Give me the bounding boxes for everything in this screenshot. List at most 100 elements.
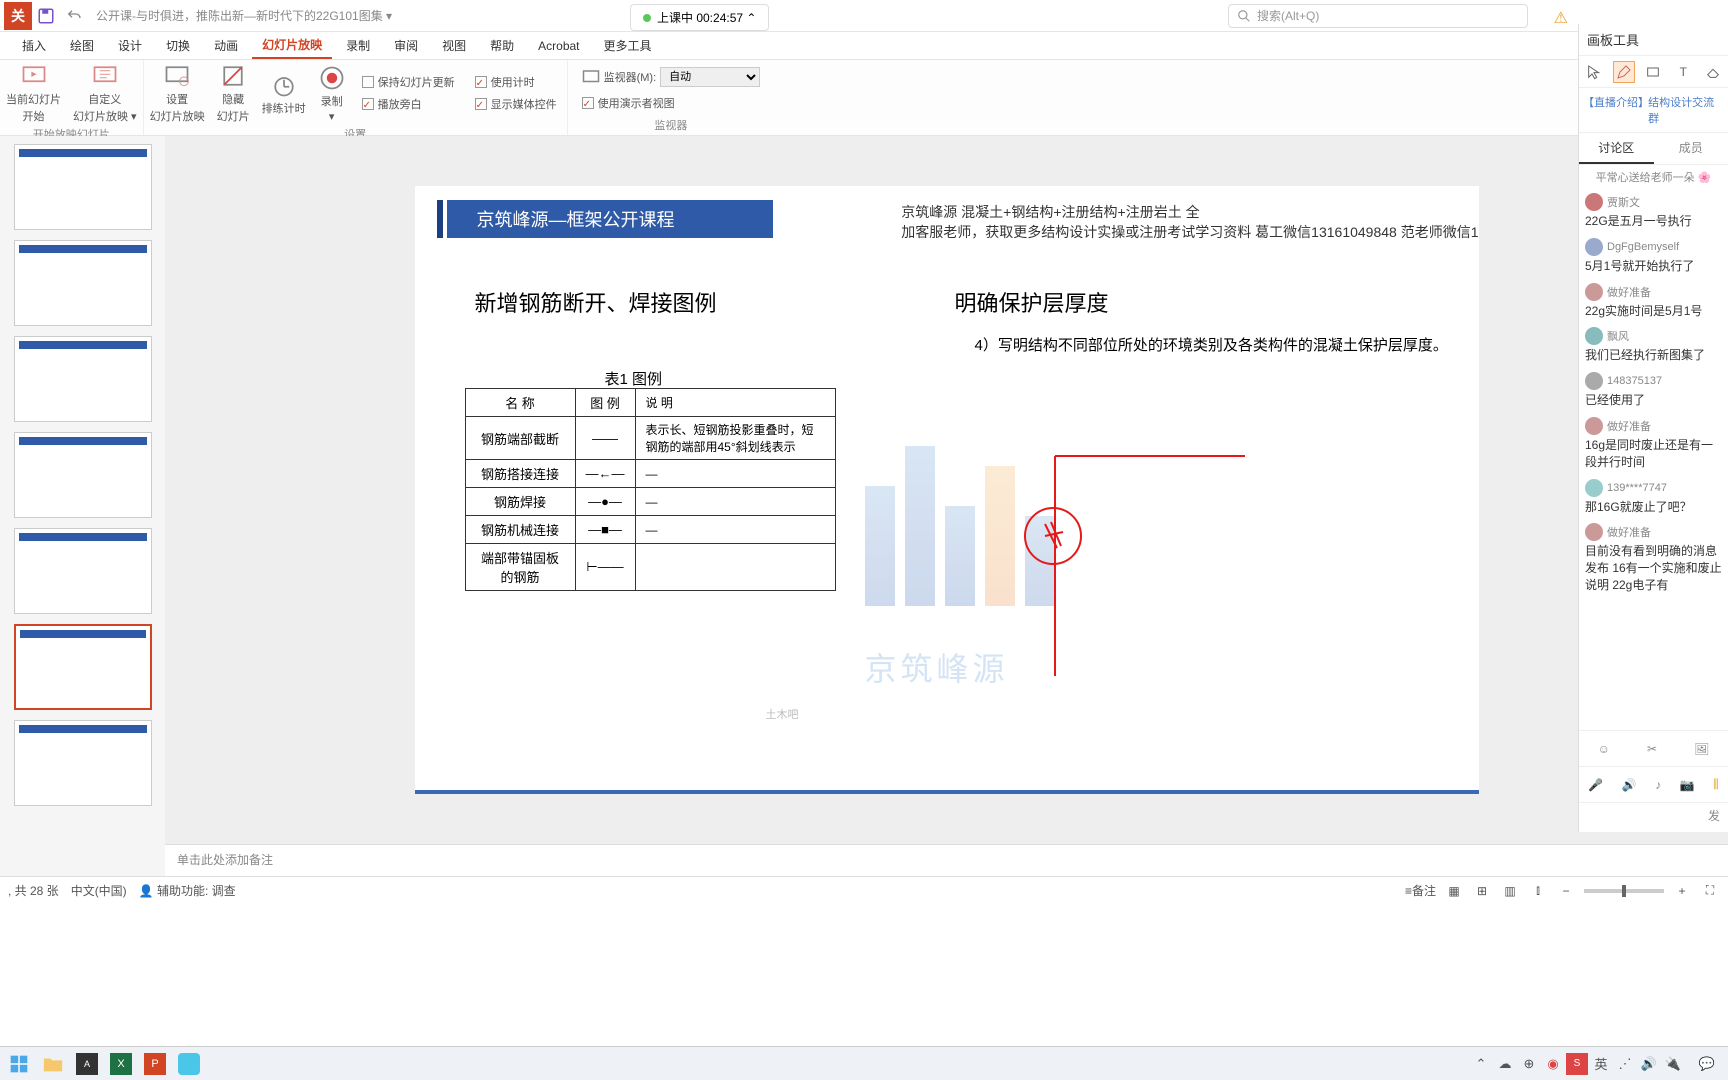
setup-slideshow-button[interactable]: 设置 幻灯片放映 bbox=[144, 60, 211, 126]
tray-ime-icon[interactable]: S bbox=[1566, 1053, 1588, 1075]
tray-lang-icon[interactable]: 英 bbox=[1590, 1053, 1612, 1075]
chat-list[interactable]: 贾斯文22G是五月一号执行DgFgBemyself5月1号就开始执行了做好准备2… bbox=[1579, 189, 1728, 730]
menu-幻灯片放映[interactable]: 幻灯片放映 bbox=[252, 32, 332, 59]
slide-thumb[interactable] bbox=[14, 528, 152, 614]
menu-设计[interactable]: 设计 bbox=[108, 33, 152, 58]
live-dot-icon bbox=[643, 14, 651, 22]
save-icon[interactable] bbox=[32, 2, 60, 30]
tray-battery-icon[interactable]: 🔌 bbox=[1662, 1053, 1684, 1075]
rect-tool-icon[interactable] bbox=[1642, 61, 1664, 83]
watermark-small: 土木吧 bbox=[766, 706, 799, 722]
tray-wifi-icon[interactable]: ⋰ bbox=[1614, 1053, 1636, 1075]
chat-app-icon[interactable] bbox=[174, 1050, 204, 1078]
tray-notification-icon[interactable]: 💬 bbox=[1696, 1053, 1718, 1075]
menu-bar: 插入绘图设计切换动画幻灯片放映录制审阅视图帮助Acrobat更多工具 bbox=[0, 32, 1728, 60]
legend-table: 名 称图 例说 明钢筋端部截断——表示长、短钢筋投影重叠时，短钢筋的端部用45°… bbox=[465, 388, 836, 591]
warning-icon[interactable]: ⚠ bbox=[1554, 8, 1568, 28]
menu-视图[interactable]: 视图 bbox=[432, 33, 476, 58]
play-narration-check[interactable]: 播放旁白 bbox=[358, 95, 459, 113]
text-tool-icon[interactable]: T bbox=[1672, 61, 1694, 83]
zoom-in-icon[interactable]: + bbox=[1672, 881, 1692, 901]
slide-thumbnails[interactable] bbox=[0, 136, 165, 876]
monitor-select[interactable]: 自动 bbox=[660, 67, 760, 87]
use-timing-check[interactable]: 使用计时 bbox=[471, 73, 561, 91]
zoom-slider[interactable] bbox=[1584, 889, 1664, 893]
start-button[interactable] bbox=[4, 1050, 34, 1078]
language-indicator[interactable]: 中文(中国) bbox=[71, 882, 127, 899]
slide-thumb[interactable] bbox=[14, 336, 152, 422]
custom-slideshow-button[interactable]: 自定义 幻灯片放映 ▾ bbox=[67, 60, 143, 126]
slide-thumb[interactable] bbox=[14, 432, 152, 518]
accessibility-status[interactable]: 👤 辅助功能: 调查 bbox=[139, 882, 236, 899]
from-current-slide-button[interactable]: 当前幻灯片 开始 bbox=[0, 60, 67, 126]
document-title[interactable]: 公开课-与时俱进，推陈出新—新时代下的22G101图集 ▾ bbox=[96, 7, 392, 24]
tray-onedrive-icon[interactable]: ☁ bbox=[1494, 1053, 1516, 1075]
tray-red-icon[interactable]: ◉ bbox=[1542, 1053, 1564, 1075]
rehearse-timing-button[interactable]: 排练计时 bbox=[256, 60, 312, 126]
menu-帮助[interactable]: 帮助 bbox=[480, 33, 524, 58]
reading-view-icon[interactable]: ▥ bbox=[1500, 881, 1520, 901]
menu-绘图[interactable]: 绘图 bbox=[60, 33, 104, 58]
table-title: 表1 图例 bbox=[605, 368, 663, 389]
music-icon[interactable]: ♪ bbox=[1655, 778, 1661, 792]
live-intro-link[interactable]: 【直播介绍】 bbox=[1583, 94, 1648, 126]
chat-message: 贾斯文22G是五月一号执行 bbox=[1585, 193, 1722, 230]
slide-title: 京筑峰源—框架公开课程 bbox=[443, 200, 773, 238]
powerpoint-app-icon[interactable]: P bbox=[140, 1050, 170, 1078]
status-bar: , 共 28 张 中文(中国) 👤 辅助功能: 调查 ≡备注 ▦ ⊞ ▥ ⫾ −… bbox=[0, 876, 1728, 904]
tray-chevron-icon[interactable]: ⌃ bbox=[1470, 1053, 1492, 1075]
excel-app-icon[interactable]: X bbox=[106, 1050, 136, 1078]
scissors-icon[interactable]: ✂ bbox=[1647, 742, 1657, 756]
slide-thumb[interactable] bbox=[14, 144, 152, 230]
menu-更多工具[interactable]: 更多工具 bbox=[594, 33, 662, 58]
chat-message: 做好准备22g实施时间是5月1号 bbox=[1585, 283, 1722, 320]
keep-updated-check[interactable]: 保持幻灯片更新 bbox=[358, 73, 459, 91]
pdf-app-icon[interactable]: A bbox=[72, 1050, 102, 1078]
menu-Acrobat[interactable]: Acrobat bbox=[528, 35, 589, 57]
normal-view-icon[interactable]: ▦ bbox=[1444, 881, 1464, 901]
hide-slide-button[interactable]: 隐藏 幻灯片 bbox=[211, 60, 256, 126]
tray-security-icon[interactable]: ⊕ bbox=[1518, 1053, 1540, 1075]
menu-插入[interactable]: 插入 bbox=[12, 33, 56, 58]
equalizer-icon[interactable]: ⫼ bbox=[1713, 777, 1719, 792]
notes-area[interactable]: 单击此处添加备注 bbox=[165, 844, 1728, 876]
side-panel: 画板工具 T 【直播介绍】 结构设计交流群 讨论区 成员 平常心送给老师一朵 🌸… bbox=[1578, 24, 1728, 832]
emoji-icon[interactable]: ☺ bbox=[1598, 742, 1610, 756]
zoom-out-icon[interactable]: − bbox=[1556, 881, 1576, 901]
slide-thumb[interactable] bbox=[14, 720, 152, 806]
sorter-view-icon[interactable]: ⊞ bbox=[1472, 881, 1492, 901]
group-link[interactable]: 结构设计交流群 bbox=[1648, 94, 1724, 126]
menu-审阅[interactable]: 审阅 bbox=[384, 33, 428, 58]
send-button[interactable]: 发 bbox=[1579, 802, 1728, 832]
mic-icon[interactable]: 🎤 bbox=[1588, 778, 1603, 792]
gift-banner: 平常心送给老师一朵 🌸 bbox=[1579, 165, 1728, 189]
undo-icon[interactable] bbox=[60, 2, 88, 30]
slide-thumb[interactable] bbox=[14, 624, 152, 710]
menu-录制[interactable]: 录制 bbox=[336, 33, 380, 58]
slideshow-view-icon[interactable]: ⫾ bbox=[1528, 881, 1548, 901]
camera-icon[interactable]: 📷 bbox=[1680, 778, 1695, 792]
presenter-view-check[interactable]: 使用演示者视图 bbox=[578, 94, 765, 112]
speaker-icon[interactable]: 🔊 bbox=[1622, 778, 1637, 792]
notes-toggle[interactable]: ≡备注 bbox=[1405, 882, 1436, 899]
image-icon[interactable]: 🖼 bbox=[1694, 742, 1709, 756]
cursor-tool-icon[interactable] bbox=[1583, 61, 1605, 83]
search-input[interactable]: 搜索(Alt+Q) bbox=[1228, 4, 1528, 28]
watermark-text: 京筑峰源 bbox=[865, 644, 1009, 690]
tab-members[interactable]: 成员 bbox=[1654, 133, 1728, 164]
live-status-badge[interactable]: 上课中 00:24:57 ⌃ bbox=[630, 4, 769, 31]
menu-动画[interactable]: 动画 bbox=[204, 33, 248, 58]
slide-heading-1: 新增钢筋断开、焊接图例 bbox=[475, 286, 717, 318]
record-button[interactable]: 录制 ▾ bbox=[312, 60, 352, 126]
menu-切换[interactable]: 切换 bbox=[156, 33, 200, 58]
slide-thumb[interactable] bbox=[14, 240, 152, 326]
show-media-check[interactable]: 显示媒体控件 bbox=[471, 95, 561, 113]
tray-volume-icon[interactable]: 🔊 bbox=[1638, 1053, 1660, 1075]
fit-icon[interactable]: ⛶ bbox=[1700, 881, 1720, 901]
tab-discussion[interactable]: 讨论区 bbox=[1579, 133, 1654, 164]
eraser-tool-icon[interactable] bbox=[1702, 61, 1724, 83]
slide-canvas[interactable]: 京筑峰源—框架公开课程 京筑峰源 混凝土+钢结构+注册结构+注册岩土 全 加客服… bbox=[415, 186, 1479, 794]
pen-tool-icon[interactable] bbox=[1613, 61, 1635, 83]
file-explorer-icon[interactable] bbox=[38, 1050, 68, 1078]
chat-message: 做好准备16g是同时废止还是有一段并行时间 bbox=[1585, 417, 1722, 471]
